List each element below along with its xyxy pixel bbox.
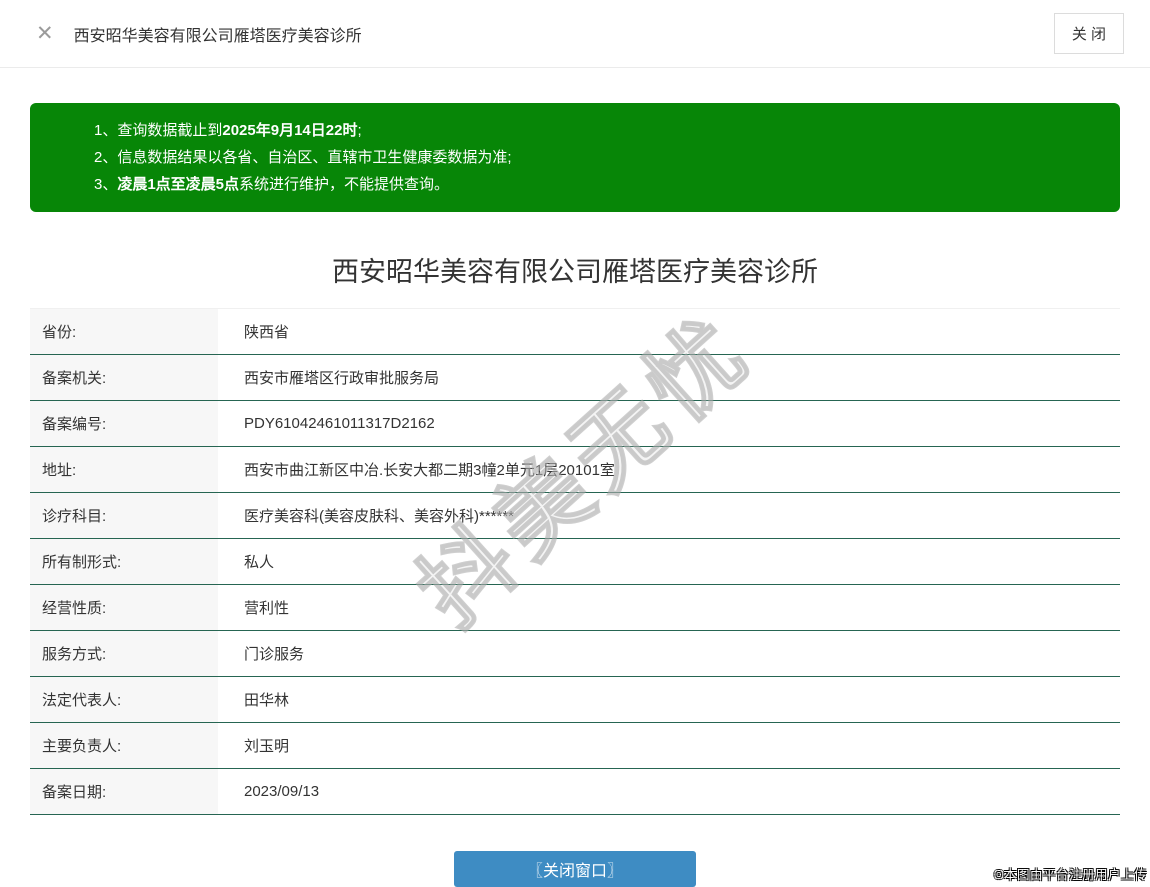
row-label: 法定代表人: (30, 677, 218, 722)
row-value: 营利性 (244, 600, 290, 617)
table-row-medical-subjects: 诊疗科目: 医疗美容科(美容皮肤科、美容外科)****** (30, 493, 1120, 539)
row-label: 服务方式: (30, 631, 218, 676)
close-icon[interactable]: ✕ (36, 23, 54, 44)
table-row-address: 地址: 西安市曲江新区中冶.长安大都二期3幢2单元1层20101室 (30, 447, 1120, 493)
notice-line-1-bold: 2025年9月14日22时 (222, 122, 358, 139)
row-label: 备案日期: (30, 769, 218, 814)
notice-line-2-number: 2、 (94, 149, 118, 166)
top-bar: ✕ 西安昭华美容有限公司雁塔医疗美容诊所 关 闭 (0, 0, 1150, 68)
table-row-ownership: 所有制形式: 私人 (30, 539, 1120, 585)
row-value: 刘玉明 (244, 738, 290, 755)
notice-line-1-tail: ; (357, 122, 362, 139)
row-label: 所有制形式: (30, 539, 218, 584)
row-label: 经营性质: (30, 585, 218, 630)
info-table: 省份: 陕西省 备案机关: 西安市雁塔区行政审批服务局 备案编号: PDY610… (30, 308, 1120, 815)
table-row-business-nature: 经营性质: 营利性 (30, 585, 1120, 631)
row-value: 田华林 (244, 692, 290, 709)
close-button[interactable]: 关 闭 (1053, 13, 1124, 54)
row-label: 诊疗科目: (30, 493, 218, 538)
table-row-province: 省份: 陕西省 (30, 309, 1120, 355)
table-row-filing-number: 备案编号: PDY61042461011317D2162 (30, 401, 1120, 447)
table-row-principal: 主要负责人: 刘玉明 (30, 723, 1120, 769)
row-label: 备案机关: (30, 355, 218, 400)
notice-line-1-number: 1、 (94, 122, 118, 139)
row-label: 省份: (30, 309, 218, 354)
table-row-legal-representative: 法定代表人: 田华林 (30, 677, 1120, 723)
row-value: 私人 (244, 554, 275, 571)
page-title: 西安昭华美容有限公司雁塔医疗美容诊所 (332, 257, 818, 287)
row-value: PDY61042461011317D2162 (244, 415, 435, 432)
row-value: 2023/09/13 (244, 783, 320, 800)
notice-line-1: 1、查询数据截止到2025年9月14日22时; (94, 117, 1100, 144)
notice-line-2-text: 信息数据结果以各省、自治区、直辖市卫生健康委数据为准; (117, 149, 512, 166)
row-value: 陕西省 (244, 324, 290, 341)
notice-line-2: 2、信息数据结果以各省、自治区、直辖市卫生健康委数据为准; (94, 144, 1100, 171)
notice-line-3-tail: 系统进行维护，不能提供查询。 (239, 176, 450, 193)
notice-line-3: 3、凌晨1点至凌晨5点系统进行维护，不能提供查询。 (94, 171, 1100, 198)
row-value: 门诊服务 (244, 646, 305, 663)
table-row-filing-authority: 备案机关: 西安市雁塔区行政审批服务局 (30, 355, 1120, 401)
notice-line-3-bold: 凌晨1点至凌晨5点 (117, 176, 240, 193)
row-value: 西安市雁塔区行政审批服务局 (244, 370, 440, 387)
row-value: 西安市曲江新区中冶.长安大都二期3幢2单元1层20101室 (244, 462, 615, 479)
notice-box: 1、查询数据截止到2025年9月14日22时; 2、信息数据结果以各省、自治区、… (30, 103, 1120, 212)
row-label: 备案编号: (30, 401, 218, 446)
close-window-button[interactable]: 〖关闭窗口〗 (454, 851, 696, 887)
notice-line-1-text: 查询数据截止到 (117, 122, 223, 139)
row-label: 地址: (30, 447, 218, 492)
upload-credit-text: ©本图由平台注册用户上传 (994, 868, 1147, 882)
notice-line-3-number: 3、 (94, 176, 118, 193)
row-label: 主要负责人: (30, 723, 218, 768)
row-value: 医疗美容科(美容皮肤科、美容外科)****** (244, 508, 515, 525)
table-row-service-mode: 服务方式: 门诊服务 (30, 631, 1120, 677)
table-row-filing-date: 备案日期: 2023/09/13 (30, 769, 1120, 815)
window-title: 西安昭华美容有限公司雁塔医疗美容诊所 (73, 27, 362, 45)
